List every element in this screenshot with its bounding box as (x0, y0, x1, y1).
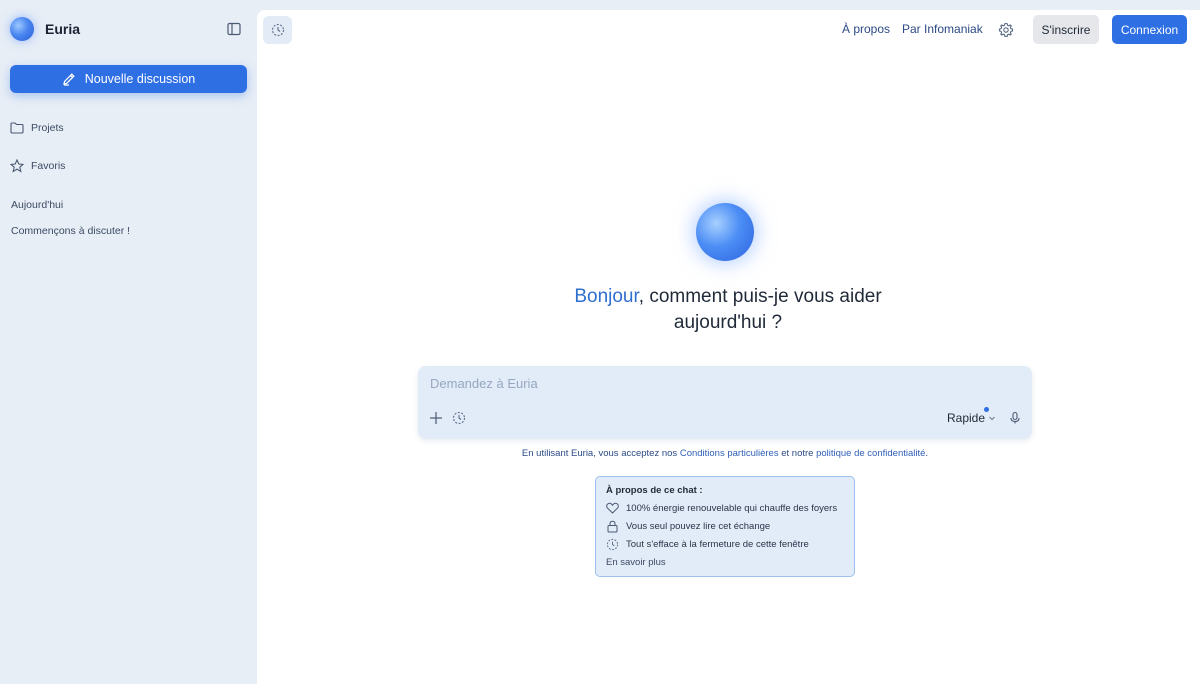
message-input[interactable] (430, 374, 1020, 392)
greeting-text: , comment puis-je vous aider aujourd'hui… (638, 286, 882, 333)
about-item-energy: 100% énergie renouvelable qui chauffe de… (606, 501, 837, 515)
plus-icon (430, 412, 442, 424)
terms-notice: En utilisant Euria, vous acceptez nos Co… (418, 448, 1032, 459)
main-panel: À propos Par Infomaniak S'inscrire Conne… (257, 10, 1200, 684)
attach-button[interactable] (429, 411, 443, 425)
sidebar-item-label: Favoris (31, 160, 66, 172)
gear-icon (998, 22, 1014, 37)
star-icon (10, 159, 24, 173)
greeting-highlight: Bonjour (574, 286, 639, 307)
brand: Euria (10, 16, 80, 42)
privacy-link[interactable]: politique de confidentialité (816, 448, 925, 459)
folder-icon (10, 122, 24, 134)
history-icon (452, 411, 466, 425)
infomaniak-link[interactable]: Par Infomaniak (902, 22, 983, 36)
about-item-privacy: Vous seul pouvez lire cet échange (606, 519, 770, 533)
microphone-button[interactable] (1008, 411, 1022, 425)
terms-prefix: En utilisant Euria, vous acceptez nos (521, 448, 680, 459)
heart-icon (606, 502, 619, 514)
terms-suffix: . (925, 448, 929, 459)
new-chat-button[interactable]: Nouvelle discussion (10, 65, 247, 93)
new-chat-label: Nouvelle discussion (84, 72, 196, 86)
about-link[interactable]: À propos (842, 22, 890, 36)
microphone-icon (1010, 411, 1020, 424)
conditions-link[interactable]: Conditions particulières (680, 448, 779, 459)
message-composer: Rapide (418, 366, 1032, 439)
dashed-clock-icon (606, 538, 619, 550)
signup-button[interactable]: S'inscrire (1033, 15, 1099, 44)
sidebar-item-projects[interactable]: Projets (10, 119, 64, 137)
learn-more-link[interactable]: En savoir plus (606, 557, 666, 568)
brand-name: Euria (45, 21, 81, 37)
about-chat-title: À propos de ce chat : (606, 485, 703, 496)
euria-logo (10, 17, 34, 41)
about-item-text: Vous seul pouvez lire cet échange (626, 520, 771, 532)
section-heading-today: Aujourd'hui (11, 199, 64, 211)
euria-orb-logo (696, 203, 754, 261)
sidebar-item-label: Projets (31, 122, 64, 134)
sidebar: Euria Nouvelle discussion Projets Favori… (0, 0, 257, 684)
lock-icon (607, 520, 618, 532)
history-icon (271, 23, 284, 37)
pencil-icon (62, 73, 75, 86)
model-selector[interactable]: Rapide (947, 407, 996, 427)
sidebar-item-favorites[interactable]: Favoris (10, 157, 65, 175)
ephemeral-toggle-button[interactable] (452, 411, 466, 425)
login-button[interactable]: Connexion (1112, 15, 1187, 44)
about-chat-box: À propos de ce chat : 100% énergie renou… (595, 476, 855, 577)
settings-button[interactable] (998, 22, 1014, 38)
sidebar-toggle-icon (227, 22, 241, 36)
model-label: Rapide (947, 411, 986, 425)
about-item-text: Tout s'efface à la fermeture de cette fe… (626, 538, 809, 550)
conversation-item[interactable]: Commençons à discuter ! (11, 225, 130, 237)
about-item-text: 100% énergie renouvelable qui chauffe de… (626, 502, 838, 514)
chevron-down-icon (989, 416, 995, 421)
sidebar-toggle-button[interactable] (226, 21, 242, 37)
greeting-heading: Bonjour, comment puis-je vous aider aujo… (528, 284, 928, 336)
about-item-erase: Tout s'efface à la fermeture de cette fe… (606, 537, 809, 551)
terms-middle: et notre (778, 448, 817, 459)
ephemeral-chat-button[interactable] (263, 16, 292, 44)
model-indicator-dot (984, 407, 989, 412)
